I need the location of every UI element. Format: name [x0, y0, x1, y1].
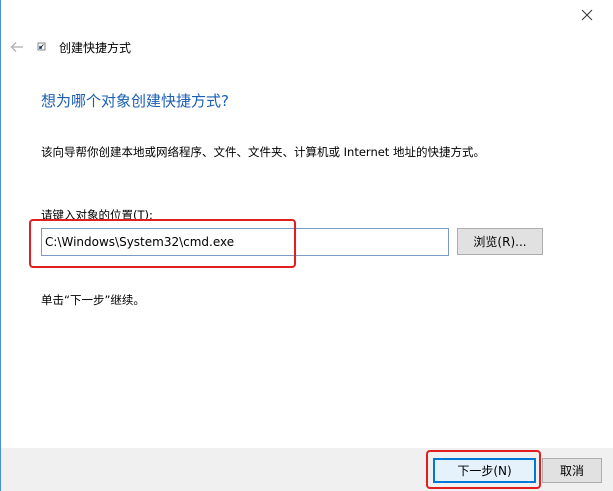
close-button[interactable] — [576, 4, 598, 26]
next-button[interactable]: 下一步(N) — [433, 458, 536, 483]
cancel-button[interactable]: 取消 — [542, 458, 602, 483]
location-label: 请键入对象的位置(T): — [41, 208, 153, 222]
back-button[interactable] — [8, 38, 26, 56]
close-icon — [581, 9, 593, 21]
wizard-title: 创建快捷方式 — [59, 41, 132, 55]
create-shortcut-window: 创建快捷方式 想为哪个对象创建快捷方式? 该向导帮你创建本地或网络程序、文件、文… — [0, 0, 613, 491]
page-heading: 想为哪个对象创建快捷方式? — [41, 92, 229, 110]
wizard-description: 该向导帮你创建本地或网络程序、文件、文件夹、计算机或 Internet 地址的快… — [41, 145, 485, 159]
wizard-footer: 下一步(N) 取消 — [1, 448, 613, 491]
back-arrow-icon — [10, 42, 23, 52]
browse-button[interactable]: 浏览(R)... — [457, 228, 543, 255]
wizard-header: 创建快捷方式 — [1, 36, 301, 58]
continue-hint: 单击“下一步”继续。 — [41, 293, 145, 307]
shortcut-app-icon — [37, 42, 46, 51]
location-input[interactable]: C:\Windows\System32\cmd.exe — [41, 228, 449, 256]
